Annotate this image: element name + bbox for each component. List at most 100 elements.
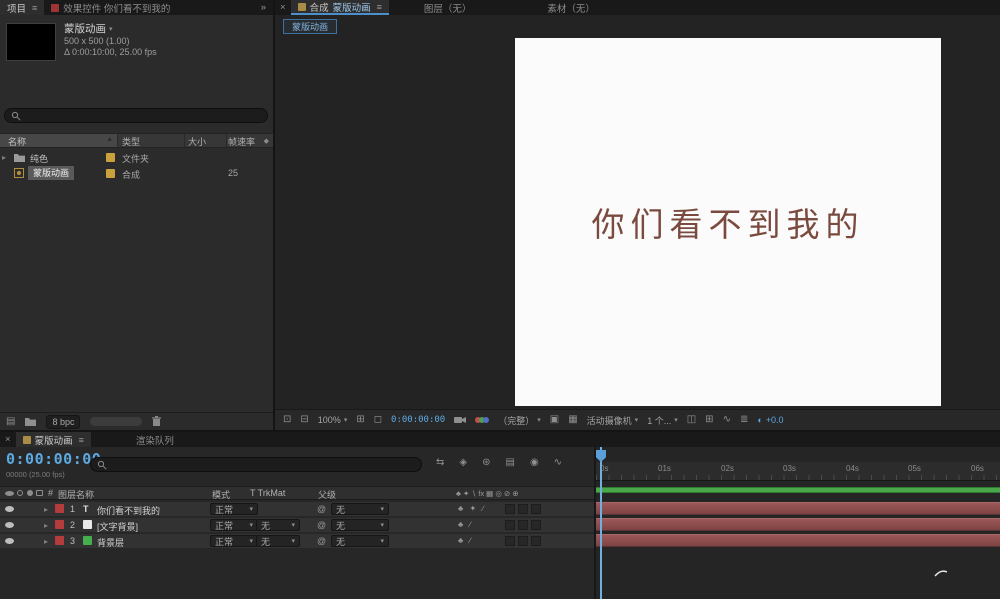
camera-select[interactable]: 活动摄像机 ▾: [587, 414, 639, 427]
trkmat-select[interactable]: 无 ▾: [256, 519, 300, 531]
comp-thumbnail[interactable]: [6, 23, 56, 61]
tab-layer[interactable]: 图层（无）: [417, 0, 479, 15]
grid-guides-icon[interactable]: ⊞: [356, 415, 364, 425]
blend-mode-select[interactable]: 正常 ▾: [210, 503, 258, 515]
mask-visibility-icon[interactable]: ◻: [374, 415, 382, 425]
tab-composition[interactable]: 合成 蒙版动画 ≡: [290, 0, 389, 15]
pickwhip-icon[interactable]: @: [317, 504, 326, 514]
views-select[interactable]: 1 个... ▾: [647, 414, 678, 427]
label-color-chip[interactable]: [106, 169, 115, 178]
project-item-row[interactable]: 蒙版动画 合成 25: [0, 166, 273, 181]
exposure-control[interactable]: ◐ +0.0: [757, 415, 783, 425]
interpret-footage-icon[interactable]: ▤: [6, 416, 15, 427]
visibility-eye-icon[interactable]: [5, 506, 14, 512]
comp-timecode[interactable]: 0:00:00:00: [391, 415, 445, 425]
item-name-selected[interactable]: 蒙版动画: [28, 166, 75, 180]
draft-3d-icon[interactable]: ◈: [459, 458, 467, 468]
panel-menu-icon[interactable]: ≡: [32, 3, 37, 13]
frame-blend-icon[interactable]: ▤: [505, 458, 514, 468]
switch-box[interactable]: [531, 520, 541, 530]
panel-menu-icon[interactable]: ≡: [377, 2, 382, 12]
trkmat-select[interactable]: 无 ▾: [256, 535, 300, 547]
expand-icon[interactable]: ⊡: [283, 415, 291, 425]
switch-box[interactable]: [505, 536, 515, 546]
switch-box[interactable]: [518, 536, 528, 546]
blend-mode-select[interactable]: 正常 ▾: [210, 519, 258, 531]
layer-duration-bar[interactable]: [596, 534, 1000, 547]
layer-label-chip[interactable]: [55, 504, 64, 513]
layer-name[interactable]: 你们看不到我的: [97, 504, 160, 517]
pickwhip-icon[interactable]: @: [317, 520, 326, 530]
switch-box[interactable]: [531, 536, 541, 546]
delete-icon[interactable]: [152, 416, 162, 427]
timeline-search-input[interactable]: [90, 457, 422, 472]
comp-info-header[interactable]: 蒙版动画 ▾: [64, 21, 113, 36]
zoom-select[interactable]: 100% ▾: [318, 415, 348, 425]
column-parent-label[interactable]: 父级: [318, 488, 336, 501]
layer-name[interactable]: 背景层: [97, 536, 124, 549]
layer-duration-bar[interactable]: [596, 518, 1000, 531]
panel-menu-icon[interactable]: ≡: [79, 435, 84, 445]
pixel-aspect-icon[interactable]: ⊞: [705, 415, 713, 425]
mini-flowchart-icon[interactable]: ≣: [740, 415, 748, 425]
fast-preview-icon[interactable]: ∿: [723, 415, 731, 425]
time-ruler[interactable]: 0s 01s 02s 03s 04s 05s 06s: [596, 462, 1000, 481]
column-trkmat-label[interactable]: T TrkMat: [250, 488, 285, 498]
switch-box[interactable]: [531, 504, 541, 514]
layer-row[interactable]: ▸ 2 [文字背景] 正常 ▾ 无 ▾ @ 无 ▾ ♣ ∕: [0, 518, 594, 532]
switch-box[interactable]: [505, 504, 515, 514]
column-layer-name-label[interactable]: 图层名称: [58, 488, 94, 501]
bpc-button[interactable]: 8 bpc: [46, 414, 81, 429]
work-area-bar[interactable]: [596, 487, 1000, 493]
visibility-eye-icon[interactable]: [5, 538, 14, 544]
cti-line[interactable]: [600, 447, 602, 599]
graph-editor-icon[interactable]: ∿: [554, 458, 562, 468]
layer-row[interactable]: ▸ 3 背景层 正常 ▾ 无 ▾ @ 无 ▾ ♣ ∕: [0, 534, 594, 548]
layer-expander-icon[interactable]: ▸: [44, 521, 48, 530]
tab-footage[interactable]: 素材（无）: [540, 0, 602, 15]
layer-duration-bar[interactable]: [596, 502, 1000, 515]
switch-box[interactable]: [518, 504, 528, 514]
layer-switches[interactable]: ♣ ∕: [458, 520, 473, 529]
new-folder-icon[interactable]: [25, 417, 37, 426]
switch-box[interactable]: [518, 520, 528, 530]
folder-expander-icon[interactable]: ▸: [2, 153, 6, 162]
resolution-select[interactable]: （完整） ▾: [498, 414, 541, 427]
project-item-row[interactable]: ▸ 纯色 文件夹: [0, 150, 273, 165]
hide-shy-icon[interactable]: ⊛: [482, 458, 490, 468]
blend-mode-select[interactable]: 正常 ▾: [210, 535, 258, 547]
snapshot-camera-icon[interactable]: [454, 416, 467, 424]
visibility-eye-icon[interactable]: [5, 522, 14, 528]
column-name[interactable]: 名称 ▲: [0, 134, 118, 147]
viewer-tab[interactable]: 蒙版动画: [283, 19, 338, 34]
parent-select[interactable]: 无 ▾: [331, 503, 389, 515]
transparency-grid-icon[interactable]: ▦: [568, 415, 577, 425]
parent-select[interactable]: 无 ▾: [331, 519, 389, 531]
monitor-icon[interactable]: ⊟: [300, 415, 308, 425]
pickwhip-icon[interactable]: @: [317, 536, 326, 546]
view-layout-icon[interactable]: ◫: [687, 415, 696, 425]
mini-flowchart-icon[interactable]: ⇆: [436, 458, 444, 468]
current-timecode[interactable]: 0:00:00:00: [6, 450, 101, 468]
project-search-input[interactable]: [4, 108, 268, 123]
parent-select[interactable]: 无 ▾: [331, 535, 389, 547]
switch-box[interactable]: [505, 520, 515, 530]
channels-icon[interactable]: [475, 417, 490, 423]
comp-canvas[interactable]: 你们看不到我的: [515, 38, 941, 406]
layer-switches[interactable]: ♣ ✦ ∕: [458, 504, 486, 513]
tab-effect-controls[interactable]: 效果控件 你们看不到我的: [44, 0, 177, 15]
close-tab-icon[interactable]: ×: [275, 0, 291, 15]
layer-label-chip[interactable]: [55, 520, 64, 529]
cti-handle[interactable]: [596, 450, 606, 462]
layer-switches[interactable]: ♣ ∕: [458, 536, 473, 545]
layer-name[interactable]: [文字背景]: [97, 520, 138, 533]
label-color-chip[interactable]: [106, 153, 115, 162]
tab-project[interactable]: 项目 ≡: [0, 0, 45, 15]
motion-blur-icon[interactable]: ◉: [530, 458, 539, 468]
column-size-label[interactable]: 大小: [188, 135, 206, 148]
column-mode-label[interactable]: 模式: [212, 488, 230, 501]
close-tab-icon[interactable]: ×: [0, 432, 16, 447]
column-type-label[interactable]: 类型: [122, 135, 140, 148]
tab-overflow-icon[interactable]: »: [254, 0, 273, 15]
tab-render-queue[interactable]: 渲染队列: [129, 432, 181, 447]
